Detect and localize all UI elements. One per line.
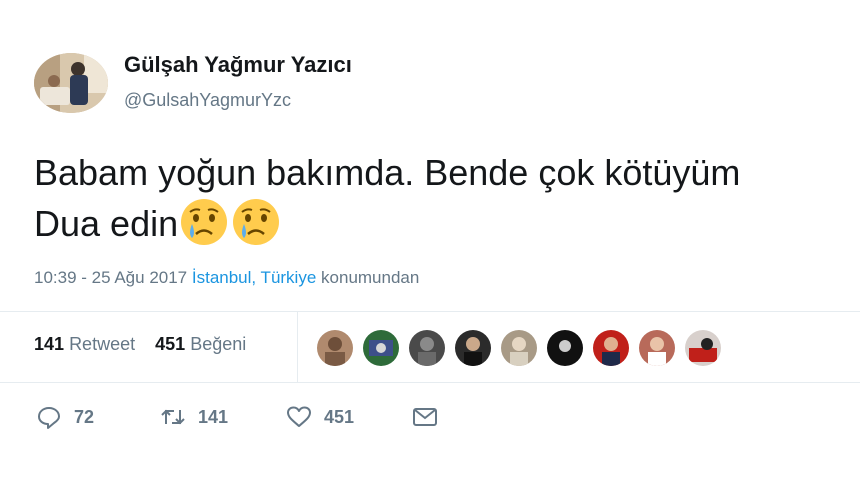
liker-avatar[interactable]	[684, 329, 722, 367]
tweet-stats: 141 Retweet 451 Beğeni	[34, 334, 246, 355]
liker-avatar[interactable]	[454, 329, 492, 367]
liker-avatar[interactable]	[546, 329, 584, 367]
user-name[interactable]: Gülşah Yağmur Yazıcı	[124, 52, 352, 78]
reply-count: 72	[74, 406, 95, 427]
tweet-meta: 10:39 - 25 Ağu 2017 İstanbul, Türkiye ko…	[34, 268, 419, 288]
liker-avatar[interactable]	[316, 329, 354, 367]
tweet-location-link[interactable]: İstanbul, Türkiye	[192, 268, 316, 287]
tweet-location-suffix: konumundan	[321, 268, 420, 287]
retweet-label[interactable]: Retweet	[69, 334, 135, 354]
like-count[interactable]: 451	[155, 334, 185, 354]
liker-avatar[interactable]	[500, 329, 538, 367]
like-button[interactable]: 451	[286, 404, 354, 430]
reply-icon	[38, 407, 60, 429]
tweet-timestamp[interactable]: 10:39 - 25 Ağu 2017	[34, 268, 187, 287]
user-handle[interactable]: @GulsahYagmurYzc	[124, 90, 291, 111]
retweet-action-count: 141	[198, 406, 229, 427]
heart-icon	[287, 406, 311, 427]
liker-avatar[interactable]	[638, 329, 676, 367]
avatar[interactable]	[34, 53, 108, 113]
tweet-line-1: Babam yoğun bakımda. Bende çok kötüyüm	[34, 152, 741, 193]
envelope-icon	[413, 408, 437, 426]
liker-avatar[interactable]	[362, 329, 400, 367]
like-action-count: 451	[324, 406, 355, 427]
tweet-line-2: Dua edin	[34, 196, 860, 248]
liker-avatar[interactable]	[408, 329, 446, 367]
retweet-button[interactable]: 141	[160, 404, 228, 430]
crying-face-icon	[230, 196, 282, 248]
retweet-icon	[161, 409, 185, 425]
tweet-text: Babam yoğun bakımda. Bende çok kötüyüm D…	[34, 150, 860, 248]
crying-face-icon	[178, 196, 230, 248]
divider	[0, 311, 860, 312]
retweet-count[interactable]: 141	[34, 334, 64, 354]
like-label[interactable]: Beğeni	[190, 334, 246, 354]
reply-button[interactable]: 72	[36, 404, 94, 430]
tweet-line-2-text: Dua edin	[34, 203, 179, 244]
divider	[0, 382, 860, 383]
message-button[interactable]	[412, 404, 438, 430]
liker-avatar[interactable]	[592, 329, 630, 367]
avatar-photo	[34, 53, 108, 113]
stats-divider	[297, 312, 298, 382]
